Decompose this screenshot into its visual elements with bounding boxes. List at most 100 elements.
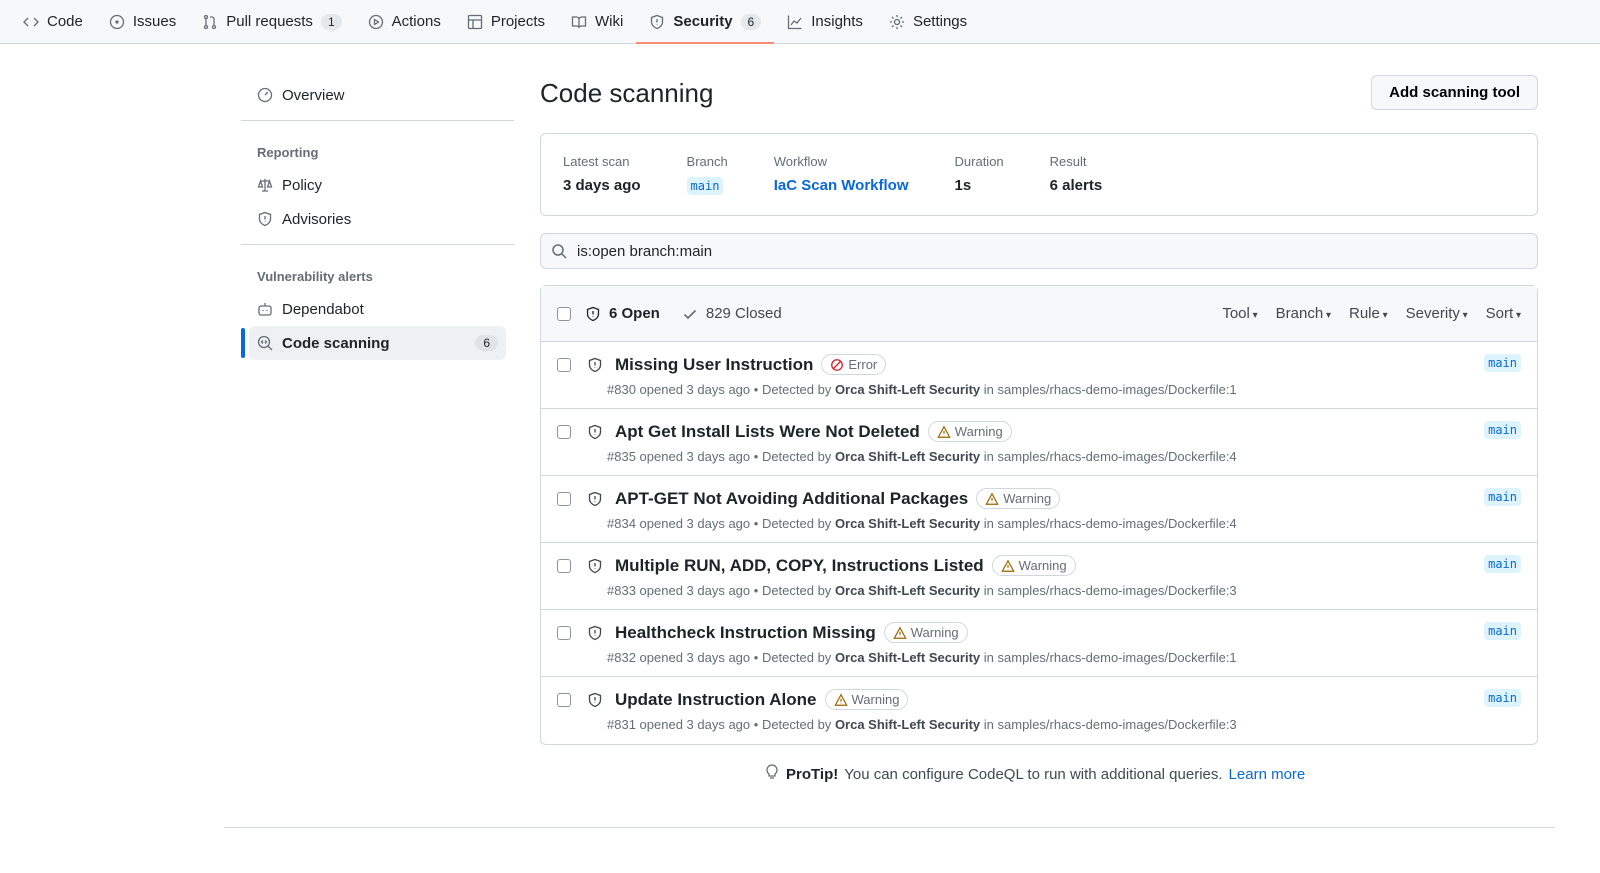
- alert-title-link[interactable]: Healthcheck Instruction Missing: [615, 623, 876, 643]
- tool-name: Orca Shift-Left Security: [834, 382, 981, 397]
- alert-checkbox[interactable]: [557, 625, 571, 640]
- sidebar-item-label: Overview: [282, 86, 345, 104]
- law-icon: [257, 177, 273, 193]
- branch-label: main: [1484, 689, 1521, 707]
- tab-settings[interactable]: Settings: [876, 0, 980, 43]
- closed-filter[interactable]: 829 Closed: [706, 305, 782, 322]
- detected-label: Detected by: [761, 516, 832, 531]
- tab-code[interactable]: Code: [10, 0, 96, 43]
- file-path: samples/rhacs-demo-images/Dockerfile:1: [997, 382, 1237, 397]
- list-header: 6 Open 829 Closed Tool Branch Rule Severity…: [541, 286, 1537, 342]
- in-label: in: [983, 583, 994, 598]
- book-icon: [571, 14, 587, 30]
- tab-label: Code: [47, 13, 83, 30]
- main-content: Code scanning Add scanning tool Latest s…: [540, 74, 1538, 745]
- shield-icon: [257, 211, 273, 227]
- open-filter[interactable]: 6 Open: [609, 305, 660, 322]
- severity-label: Warning: [910, 625, 959, 640]
- tool-name: Orca Shift-Left Security: [834, 449, 981, 464]
- branch-label: main: [1484, 354, 1521, 372]
- add-scanning-tool-button[interactable]: Add scanning tool: [1371, 75, 1538, 110]
- tab-security[interactable]: Security 6: [636, 0, 775, 44]
- opened-time: opened 3 days ago: [639, 650, 751, 665]
- workflow-link[interactable]: IaC Scan Workflow: [774, 177, 909, 194]
- tab-actions[interactable]: Actions: [355, 0, 454, 43]
- alert-icon: [893, 625, 907, 640]
- alert-title-link[interactable]: Missing User Instruction: [615, 355, 813, 375]
- learn-more-link[interactable]: Learn more: [1229, 766, 1306, 783]
- search-input[interactable]: is:open branch:main: [540, 233, 1538, 269]
- label: Branch: [686, 154, 728, 169]
- alert-icon: [985, 491, 999, 506]
- severity-label: Warning: [851, 692, 900, 707]
- sidebar-item-label: Dependabot: [282, 300, 364, 318]
- lightbulb-icon: [764, 764, 780, 784]
- graph-icon: [787, 14, 803, 30]
- gear-icon: [889, 14, 905, 30]
- file-path: samples/rhacs-demo-images/Dockerfile:3: [997, 583, 1237, 598]
- alert-checkbox[interactable]: [557, 491, 571, 506]
- protip: ProTip! You can configure CodeQL to run w…: [764, 764, 1305, 784]
- alert-checkbox[interactable]: [557, 357, 571, 372]
- alert-row: Multiple RUN, ADD, COPY, Instructions Li…: [541, 543, 1537, 610]
- label: Workflow: [773, 154, 827, 169]
- tab-pull-requests[interactable]: Pull requests 1: [189, 0, 354, 43]
- table-icon: [467, 14, 483, 30]
- alert-icon: [833, 692, 848, 707]
- alert-row: APT-GET Not Avoiding Additional Packages…: [541, 476, 1537, 543]
- tab-label: Wiki: [595, 13, 624, 30]
- tool-name: Orca Shift-Left Security: [834, 516, 981, 531]
- security-sidebar: Overview Reporting Policy Advisories Vul…: [241, 78, 514, 360]
- filter-branch-dropdown[interactable]: Branch: [1276, 305, 1331, 322]
- alert-title-link[interactable]: Apt Get Install Lists Were Not Deleted: [615, 422, 920, 442]
- shield-icon: [587, 424, 603, 440]
- alert-checkbox[interactable]: [557, 424, 571, 439]
- sidebar-item-label: Code scanning: [282, 334, 390, 352]
- alert-title-link[interactable]: APT-GET Not Avoiding Additional Packages: [615, 489, 968, 509]
- alert-checkbox[interactable]: [557, 692, 571, 707]
- tool-name: Orca Shift-Left Security: [834, 583, 981, 598]
- alert-title-link[interactable]: Multiple RUN, ADD, COPY, Instructions Li…: [615, 556, 984, 576]
- sidebar-item-code-scanning[interactable]: Code scanning 6: [241, 326, 506, 360]
- shield-icon: [587, 692, 603, 708]
- tab-projects[interactable]: Projects: [454, 0, 558, 43]
- in-label: in: [983, 382, 994, 397]
- sidebar-item-dependabot[interactable]: Dependabot: [241, 292, 514, 326]
- alert-row: Apt Get Install Lists Were Not Deleted W…: [541, 409, 1537, 476]
- alert-number: #834: [607, 516, 636, 531]
- branch-label: main: [1484, 555, 1521, 573]
- count-badge: 6: [740, 13, 762, 30]
- label: Latest scan: [563, 154, 630, 169]
- in-label: in: [983, 717, 994, 732]
- sidebar-item-advisories[interactable]: Advisories: [241, 202, 514, 236]
- alert-title-link[interactable]: Update Instruction Alone: [615, 690, 817, 710]
- filter-sort-dropdown[interactable]: Sort: [1486, 305, 1521, 322]
- severity-label: Error: [848, 357, 878, 372]
- tab-wiki[interactable]: Wiki: [558, 0, 636, 43]
- alert-number: #830: [607, 382, 636, 397]
- tab-label: Projects: [490, 13, 546, 30]
- severity-badge: Warning: [824, 689, 909, 710]
- sidebar-item-policy[interactable]: Policy: [241, 168, 514, 202]
- check-icon: [682, 306, 698, 322]
- filter-tool-dropdown[interactable]: Tool: [1222, 305, 1257, 322]
- alert-icon: [937, 424, 951, 439]
- alert-checkbox[interactable]: [557, 558, 571, 573]
- filter-rule-dropdown[interactable]: Rule: [1349, 305, 1388, 322]
- severity-label: Warning: [1003, 491, 1052, 506]
- opened-time: opened 3 days ago: [639, 516, 751, 531]
- section-heading: Vulnerability alerts: [257, 269, 373, 284]
- shield-icon: [587, 357, 603, 373]
- sidebar-item-label: Advisories: [282, 210, 352, 228]
- search-icon: [551, 243, 567, 259]
- label: Result: [1049, 154, 1087, 169]
- branch-label: main: [1484, 488, 1521, 506]
- filter-severity-dropdown[interactable]: Severity: [1406, 305, 1468, 322]
- sidebar-item-overview[interactable]: Overview: [241, 78, 514, 112]
- tab-insights[interactable]: Insights: [774, 0, 876, 43]
- result-value: 6 alerts: [1049, 177, 1103, 194]
- detected-label: Detected by: [761, 583, 832, 598]
- section-heading: Reporting: [257, 145, 319, 160]
- select-all-checkbox[interactable]: [557, 306, 571, 321]
- tab-issues[interactable]: Issues: [96, 0, 189, 43]
